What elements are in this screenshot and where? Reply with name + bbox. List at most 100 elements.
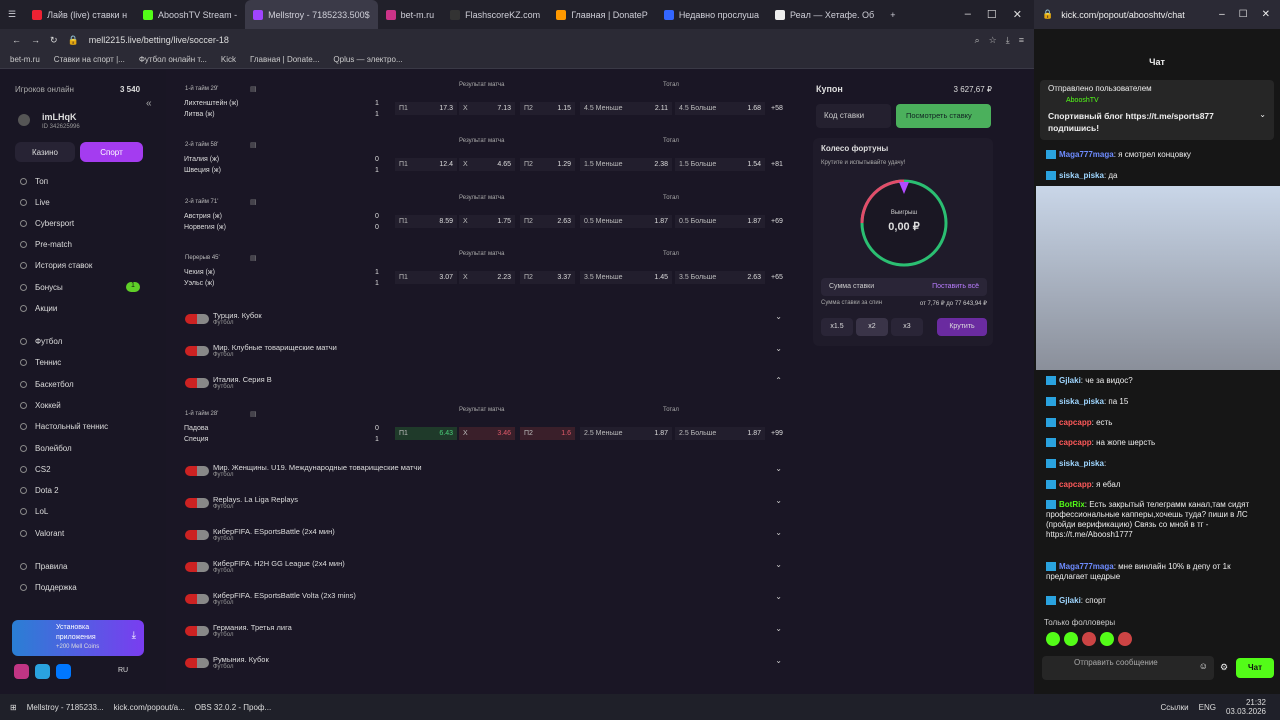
odds-cell[interactable]: X 7.13: [459, 102, 515, 115]
match-row[interactable]: 1-й тайм 29' ▤ Результат матча Тотал Лихтенш…: [175, 82, 795, 145]
stats-icon[interactable]: ▤: [250, 410, 257, 418]
more-markets[interactable]: +81: [771, 161, 783, 168]
sport-button[interactable]: Спорт: [80, 142, 143, 162]
nav-sport[interactable]: Баскетбол: [20, 380, 74, 389]
search-icon[interactable]: ⌕: [975, 35, 980, 46]
language-select[interactable]: RU: [118, 667, 128, 674]
bookmark-item[interactable]: Ставки на спорт |...: [54, 55, 125, 64]
tab-4[interactable]: bet-m.ru: [378, 0, 443, 29]
emote-icon[interactable]: [1118, 632, 1132, 646]
nav-sport[interactable]: Dota 2: [20, 486, 59, 495]
odds-cell[interactable]: 2.5 Больше 1.87: [675, 427, 765, 440]
nav-sport[interactable]: Теннис: [20, 358, 61, 367]
chevron-down-icon[interactable]: ⌄: [775, 560, 782, 569]
odds-cell[interactable]: 3.5 Меньше 1.45: [580, 270, 672, 284]
instagram-icon[interactable]: [14, 664, 29, 679]
odds-cell[interactable]: П2 1.6: [520, 427, 575, 440]
taskbar-app[interactable]: Mellstroy - 7185233...: [27, 703, 104, 712]
tab-7[interactable]: Недавно прослуша: [656, 0, 767, 29]
nav-sport[interactable]: LoL: [20, 507, 48, 516]
bet-all-link[interactable]: Поставить всё: [932, 283, 979, 290]
match-row[interactable]: 2-й тайм 71' ▤ Результат матча Тотал Австрия…: [175, 195, 795, 258]
chat-url[interactable]: kick.com/popout/abooshtv/chat: [1061, 10, 1185, 20]
chevron-down-icon[interactable]: ⌄: [775, 592, 782, 601]
odds-cell[interactable]: 1.5 Меньше 2.38: [580, 158, 672, 172]
odds-cell[interactable]: X 3.46: [459, 427, 515, 440]
back-icon[interactable]: ←: [12, 35, 21, 45]
close-icon[interactable]: ✕: [1013, 8, 1022, 21]
chat-username[interactable]: сарсарр: [1059, 480, 1092, 489]
odds-cell[interactable]: X 1.75: [459, 214, 515, 228]
nav-rules[interactable]: Правила: [20, 562, 67, 571]
bookmark-item[interactable]: Футбол онлайн т...: [139, 55, 207, 64]
tab-1[interactable]: Лайв (live) ставки н: [24, 0, 135, 29]
chat-username[interactable]: Maga777maga: [1059, 150, 1114, 159]
stats-icon[interactable]: ▤: [250, 141, 257, 149]
league-row[interactable]: Румыния. Кубок Футбол ⌄: [185, 652, 790, 680]
nav-sport[interactable]: Футбол: [20, 337, 62, 346]
nav-prematch[interactable]: Pre-match: [20, 240, 72, 249]
stats-icon[interactable]: ▤: [250, 254, 257, 262]
tab-6[interactable]: Главная | DonateP: [548, 0, 656, 29]
odds-cell[interactable]: П2 1.15: [520, 102, 575, 115]
nav-sport[interactable]: Настольный теннис: [20, 422, 108, 431]
chevron-down-icon[interactable]: ⌄: [775, 312, 782, 321]
multiplier-3[interactable]: x3: [891, 318, 923, 336]
chat-username[interactable]: Gjlaki: [1059, 376, 1081, 385]
odds-cell[interactable]: 4.5 Больше 1.68: [675, 102, 765, 115]
match-row[interactable]: 1-й тайм 28' ▤ Результат матча Тотал Падова С…: [175, 407, 795, 470]
odds-cell[interactable]: 1.5 Больше 1.54: [675, 158, 765, 172]
league-row[interactable]: КиберFIFA. ESportsBattle Volta (2x3 mins…: [185, 588, 790, 616]
taskbar-app[interactable]: kick.com/popout/a...: [114, 703, 185, 712]
more-markets[interactable]: +58: [771, 105, 783, 112]
emote-icon[interactable]: [1082, 632, 1096, 646]
league-row[interactable]: Германия. Третья лига Футбол ⌄: [185, 620, 790, 648]
chat-username[interactable]: Gjlaki: [1059, 596, 1081, 605]
nav-cybersport[interactable]: Cybersport: [20, 219, 74, 228]
new-tab-icon[interactable]: +: [882, 0, 903, 29]
more-markets[interactable]: +99: [771, 430, 783, 437]
minimize-icon[interactable]: –: [965, 8, 971, 21]
stake-input[interactable]: Сумма ставки Поставить всё: [821, 278, 987, 296]
match-row[interactable]: 2-й тайм 58' ▤ Результат матча Тотал Италия …: [175, 138, 795, 201]
chevron-down-icon[interactable]: ⌄: [775, 528, 782, 537]
chevron-down-icon[interactable]: ⌄: [775, 656, 782, 665]
nav-bonuses[interactable]: Бонусы: [20, 283, 63, 292]
emote-icon[interactable]: [1046, 632, 1060, 646]
odds-cell[interactable]: 3.5 Больше 2.63: [675, 270, 765, 284]
stats-icon[interactable]: ▤: [250, 198, 257, 206]
bookmark-item[interactable]: Qplus — электро...: [333, 55, 402, 64]
chat-username[interactable]: BotRix: [1059, 500, 1085, 509]
chat-username[interactable]: siska_piska: [1059, 397, 1104, 406]
links-label[interactable]: Ссылки: [1160, 703, 1188, 712]
nav-sport[interactable]: Хоккей: [20, 401, 61, 410]
odds-cell[interactable]: П1 8.59: [395, 214, 457, 228]
nav-history[interactable]: История ставок: [20, 261, 92, 270]
reload-icon[interactable]: ↻: [50, 35, 58, 46]
nav-promotions[interactable]: Акции: [20, 304, 57, 313]
match-row[interactable]: Перерыв 45' ▤ Результат матча Тотал Чехия (ж…: [175, 251, 795, 314]
odds-cell[interactable]: 0.5 Больше 1.87: [675, 214, 765, 228]
tab-5[interactable]: FlashscoreKZ.com: [442, 0, 548, 29]
casino-button[interactable]: Казино: [15, 142, 75, 162]
chat-input[interactable]: Отправить сообщение ☺: [1042, 656, 1214, 680]
odds-cell[interactable]: П1 12.4: [395, 158, 457, 172]
chevron-down-icon[interactable]: ⌄: [775, 496, 782, 505]
league-row[interactable]: Италия. Серия B Футбол ⌃: [185, 372, 790, 400]
bet-code-input[interactable]: Код ставки: [816, 104, 891, 128]
emote-icon[interactable]: [1100, 632, 1114, 646]
chat-username[interactable]: siska_piska: [1059, 171, 1104, 180]
odds-cell[interactable]: X 4.65: [459, 158, 515, 172]
league-row[interactable]: Турция. Кубок Футбол ⌄: [185, 308, 790, 336]
chevron-down-icon[interactable]: ⌄: [775, 624, 782, 633]
odds-cell[interactable]: П2 1.29: [520, 158, 575, 172]
install-app-banner[interactable]: Установка приложения +200 Mell Coins ⤓: [12, 620, 144, 656]
multiplier-2[interactable]: x2: [856, 318, 888, 336]
emote-icon[interactable]: [1064, 632, 1078, 646]
bookmark-icon[interactable]: ☆: [989, 35, 997, 46]
nav-support[interactable]: Поддержка: [20, 583, 77, 592]
odds-cell[interactable]: 0.5 Меньше 1.87: [580, 214, 672, 228]
odds-cell[interactable]: X 2.23: [459, 270, 515, 284]
gear-icon[interactable]: ⚙: [1220, 662, 1228, 673]
bookmark-item[interactable]: Главная | Donate...: [250, 55, 319, 64]
